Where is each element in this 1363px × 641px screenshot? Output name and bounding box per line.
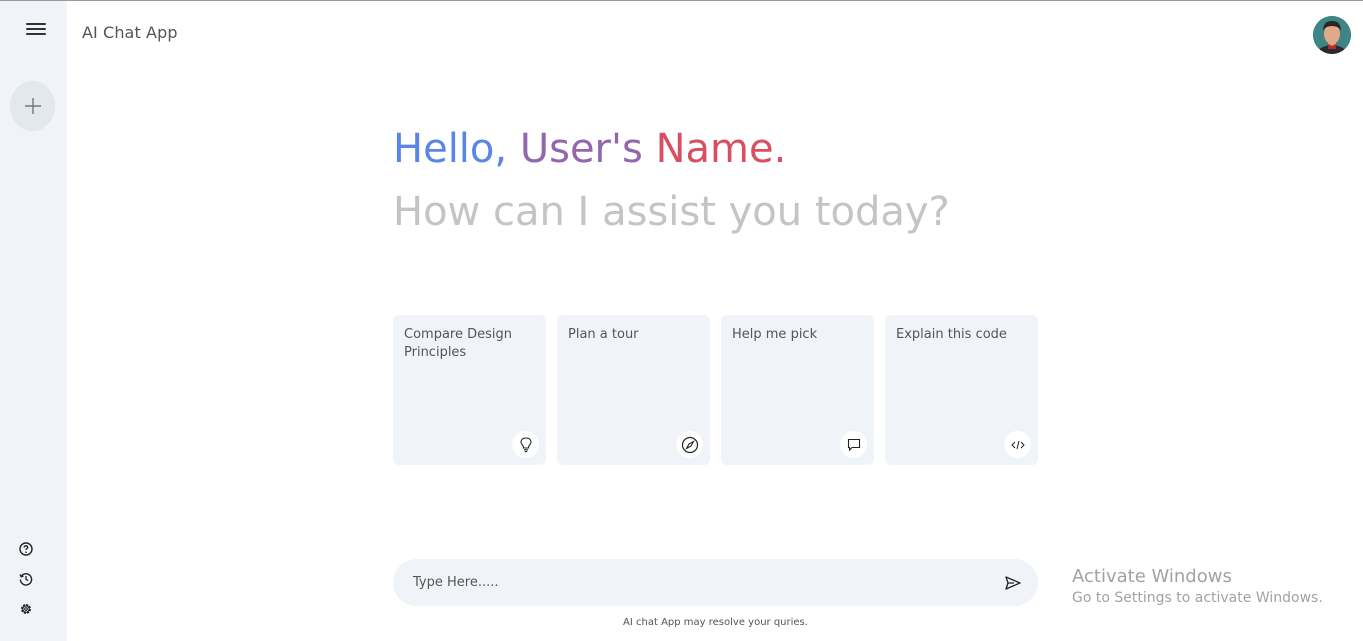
assist-prompt-heading: How can I assist you today? <box>393 189 950 235</box>
greeting-hello: Hello, <box>393 126 520 172</box>
send-icon[interactable] <box>1002 572 1024 594</box>
history-icon[interactable] <box>17 570 35 588</box>
activate-windows-subtitle: Go to Settings to activate Windows. <box>1072 590 1323 606</box>
new-chat-button[interactable] <box>10 81 55 131</box>
suggestion-card-label: Compare Design Principles <box>404 327 512 360</box>
activate-windows-title: Activate Windows <box>1072 566 1232 587</box>
hamburger-menu-icon[interactable] <box>22 20 50 44</box>
lightbulb-icon <box>512 431 539 458</box>
suggestion-card-compare-design[interactable]: Compare Design Principles <box>393 315 546 465</box>
code-icon <box>1004 431 1031 458</box>
app-title: AI Chat App <box>82 23 178 42</box>
message-input-bar <box>393 559 1038 606</box>
window-top-border <box>0 0 1363 1</box>
message-input[interactable] <box>413 571 973 593</box>
greeting-heading: Hello, User's Name. <box>393 126 786 172</box>
compass-icon <box>676 431 703 458</box>
disclaimer-text: AI chat App may resolve your quries. <box>623 617 808 628</box>
suggestion-card-label: Plan a tour <box>568 327 639 342</box>
suggestion-card-explain-code[interactable]: Explain this code <box>885 315 1038 465</box>
suggestion-card-help-pick[interactable]: Help me pick <box>721 315 874 465</box>
activate-windows-watermark: Activate Windows Go to Settings to activ… <box>1072 566 1323 606</box>
plus-icon <box>24 98 41 114</box>
greeting-user-first: User's <box>519 126 656 172</box>
gear-icon[interactable] <box>17 600 35 618</box>
suggestion-card-label: Help me pick <box>732 327 818 342</box>
greeting-user-last: Name. <box>655 126 787 172</box>
suggestion-card-label: Explain this code <box>896 327 1007 342</box>
avatar[interactable] <box>1313 16 1351 54</box>
sidebar <box>0 1 67 641</box>
chat-bubble-icon <box>840 431 867 458</box>
help-circle-icon[interactable] <box>17 540 35 558</box>
suggestion-card-plan-tour[interactable]: Plan a tour <box>557 315 710 465</box>
